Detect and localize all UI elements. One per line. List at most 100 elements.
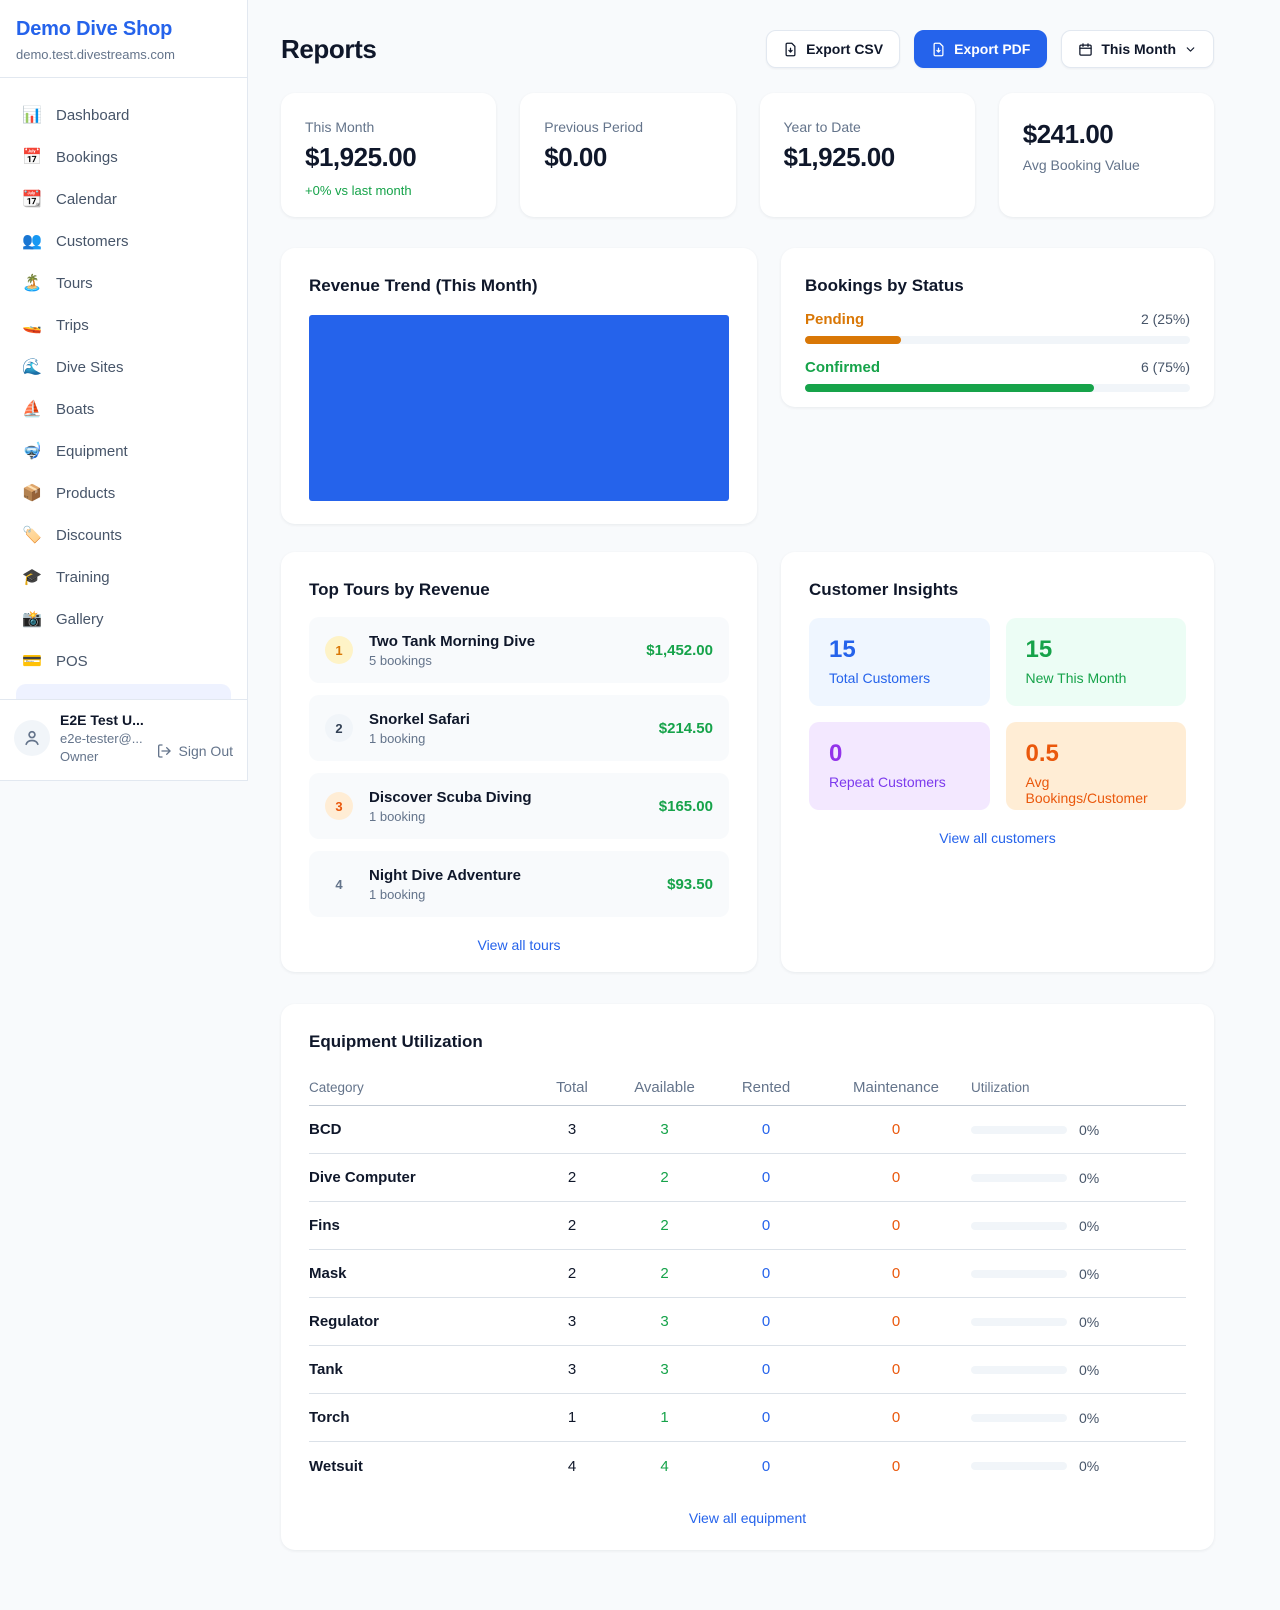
sidebar-item-tours[interactable]: 🏝️ Tours xyxy=(8,262,239,304)
sidebar-item-label: Discounts xyxy=(56,527,122,544)
rank-badge: 1 xyxy=(325,636,353,664)
cell-maintenance: 0 xyxy=(821,1313,971,1330)
cell-utilization: 0% xyxy=(971,1362,1186,1378)
cell-rented: 0 xyxy=(711,1121,821,1138)
cell-maintenance: 0 xyxy=(821,1265,971,1282)
sidebar-item-label: Dive Sites xyxy=(56,359,124,376)
sidebar-item-label: Customers xyxy=(56,233,129,250)
stat-value: $0.00 xyxy=(544,142,711,173)
sidebar-item-boats[interactable]: ⛵ Boats xyxy=(8,388,239,430)
table-row: Fins 2 2 0 0 0% xyxy=(309,1202,1186,1250)
avatar xyxy=(14,720,50,756)
credit-card-icon: 💳 xyxy=(22,651,42,671)
cell-total: 2 xyxy=(526,1169,618,1186)
sidebar-item-gallery[interactable]: 📸 Gallery xyxy=(8,598,239,640)
cell-available: 3 xyxy=(618,1121,711,1138)
revenue-trend-card: Revenue Trend (This Month) xyxy=(281,248,757,524)
table-row: Regulator 3 3 0 0 0% xyxy=(309,1298,1186,1346)
sidebar-item-training[interactable]: 🎓 Training xyxy=(8,556,239,598)
sidebar-item-trips[interactable]: 🚤 Trips xyxy=(8,304,239,346)
cell-available: 2 xyxy=(618,1217,711,1234)
charts-row: Revenue Trend (This Month) Bookings by S… xyxy=(281,248,1214,524)
cell-maintenance: 0 xyxy=(821,1169,971,1186)
cell-category: Wetsuit xyxy=(309,1458,526,1475)
tour-name: Night Dive Adventure xyxy=(369,867,521,884)
revenue-trend-chart xyxy=(309,315,729,501)
calendar-date-icon: 📅 xyxy=(22,147,42,167)
utilization-percent: 0% xyxy=(1079,1362,1099,1378)
revenue-trend-title: Revenue Trend (This Month) xyxy=(309,276,729,296)
stat-card-avg-booking-value: $241.00 Avg Booking Value xyxy=(999,93,1214,217)
shop-header: Demo Dive Shop demo.test.divestreams.com xyxy=(0,0,247,77)
sidebar-item-bookings[interactable]: 📅 Bookings xyxy=(8,136,239,178)
cell-rented: 0 xyxy=(711,1217,821,1234)
stat-value: $1,925.00 xyxy=(784,142,951,173)
stat-card-previous-period: Previous Period $0.00 xyxy=(520,93,735,217)
utilization-bar-track xyxy=(971,1126,1067,1134)
sidebar-item-customers[interactable]: 👥 Customers xyxy=(8,220,239,262)
tile-value: 15 xyxy=(1026,636,1167,664)
export-csv-button[interactable]: Export CSV xyxy=(766,30,900,68)
status-bar-fill xyxy=(805,336,901,344)
sidebar-item-products[interactable]: 📦 Products xyxy=(8,472,239,514)
cell-rented: 0 xyxy=(711,1409,821,1426)
sidebar-item-equipment[interactable]: 🤿 Equipment xyxy=(8,430,239,472)
calendar-icon xyxy=(1078,42,1093,57)
page-header: Reports Export CSV Export PDF This Month xyxy=(281,30,1214,68)
rank-badge: 2 xyxy=(325,714,353,742)
bookings-by-status-title: Bookings by Status xyxy=(805,276,1190,296)
cell-rented: 0 xyxy=(711,1458,821,1475)
tour-name: Discover Scuba Diving xyxy=(369,789,532,806)
table-row: Torch 1 1 0 0 0% xyxy=(309,1394,1186,1442)
column-header: Category xyxy=(309,1080,526,1095)
stat-label: Year to Date xyxy=(784,119,951,135)
view-all-customers-link[interactable]: View all customers xyxy=(809,830,1186,846)
stat-card-year-to-date: Year to Date $1,925.00 xyxy=(760,93,975,217)
user-email: e2e-tester@... xyxy=(60,731,146,746)
cell-total: 3 xyxy=(526,1121,618,1138)
equipment-utilization-card: Equipment Utilization Category Total Ava… xyxy=(281,1004,1214,1550)
sidebar-item-dive-sites[interactable]: 🌊 Dive Sites xyxy=(8,346,239,388)
cell-category: Torch xyxy=(309,1409,526,1426)
top-tours-card: Top Tours by Revenue 1 Two Tank Morning … xyxy=(281,552,757,972)
view-all-tours-link[interactable]: View all tours xyxy=(309,937,729,953)
cell-maintenance: 0 xyxy=(821,1361,971,1378)
sidebar-item-label: Dashboard xyxy=(56,107,129,124)
sidebar-item-label: POS xyxy=(56,653,88,670)
export-pdf-label: Export PDF xyxy=(954,41,1030,57)
utilization-bar-track xyxy=(971,1462,1067,1470)
utilization-bar-track xyxy=(971,1174,1067,1182)
status-group-pending: Pending 2 (25%) xyxy=(805,311,1190,344)
cell-category: BCD xyxy=(309,1121,526,1138)
tour-list-item: 4 Night Dive Adventure 1 booking $93.50 xyxy=(309,851,729,917)
camera-icon: 📸 xyxy=(22,609,42,629)
status-bar-fill xyxy=(805,384,1094,392)
cell-rented: 0 xyxy=(711,1169,821,1186)
sidebar-item-reports-partial[interactable] xyxy=(16,684,231,699)
tour-bookings: 1 booking xyxy=(369,887,521,902)
sidebar-item-discounts[interactable]: 🏷️ Discounts xyxy=(8,514,239,556)
cell-category: Fins xyxy=(309,1217,526,1234)
utilization-bar-track xyxy=(971,1414,1067,1422)
tour-bookings: 5 bookings xyxy=(369,653,535,668)
cell-utilization: 0% xyxy=(971,1170,1186,1186)
status-bar-track xyxy=(805,384,1190,392)
status-label: Confirmed xyxy=(805,359,880,376)
sidebar-item-calendar[interactable]: 📆 Calendar xyxy=(8,178,239,220)
sidebar-item-pos[interactable]: 💳 POS xyxy=(8,640,239,682)
export-pdf-button[interactable]: Export PDF xyxy=(914,30,1047,68)
stat-card-this-month: This Month $1,925.00 +0% vs last month xyxy=(281,93,496,217)
cell-utilization: 0% xyxy=(971,1458,1186,1474)
tour-revenue: $1,452.00 xyxy=(646,642,713,659)
graduation-cap-icon: 🎓 xyxy=(22,567,42,587)
view-all-equipment-link[interactable]: View all equipment xyxy=(309,1510,1186,1526)
insight-tile-repeat-customers: 0 Repeat Customers xyxy=(809,722,990,810)
sidebar-item-dashboard[interactable]: 📊 Dashboard xyxy=(8,94,239,136)
cell-maintenance: 0 xyxy=(821,1458,971,1475)
equipment-table: Category Total Available Rented Maintena… xyxy=(309,1070,1186,1490)
tour-name: Two Tank Morning Dive xyxy=(369,633,535,650)
period-dropdown[interactable]: This Month xyxy=(1061,30,1214,68)
sign-out-button[interactable]: Sign Out xyxy=(156,738,233,764)
stat-value: $241.00 xyxy=(1023,119,1190,150)
status-count: 6 (75%) xyxy=(1141,359,1190,375)
